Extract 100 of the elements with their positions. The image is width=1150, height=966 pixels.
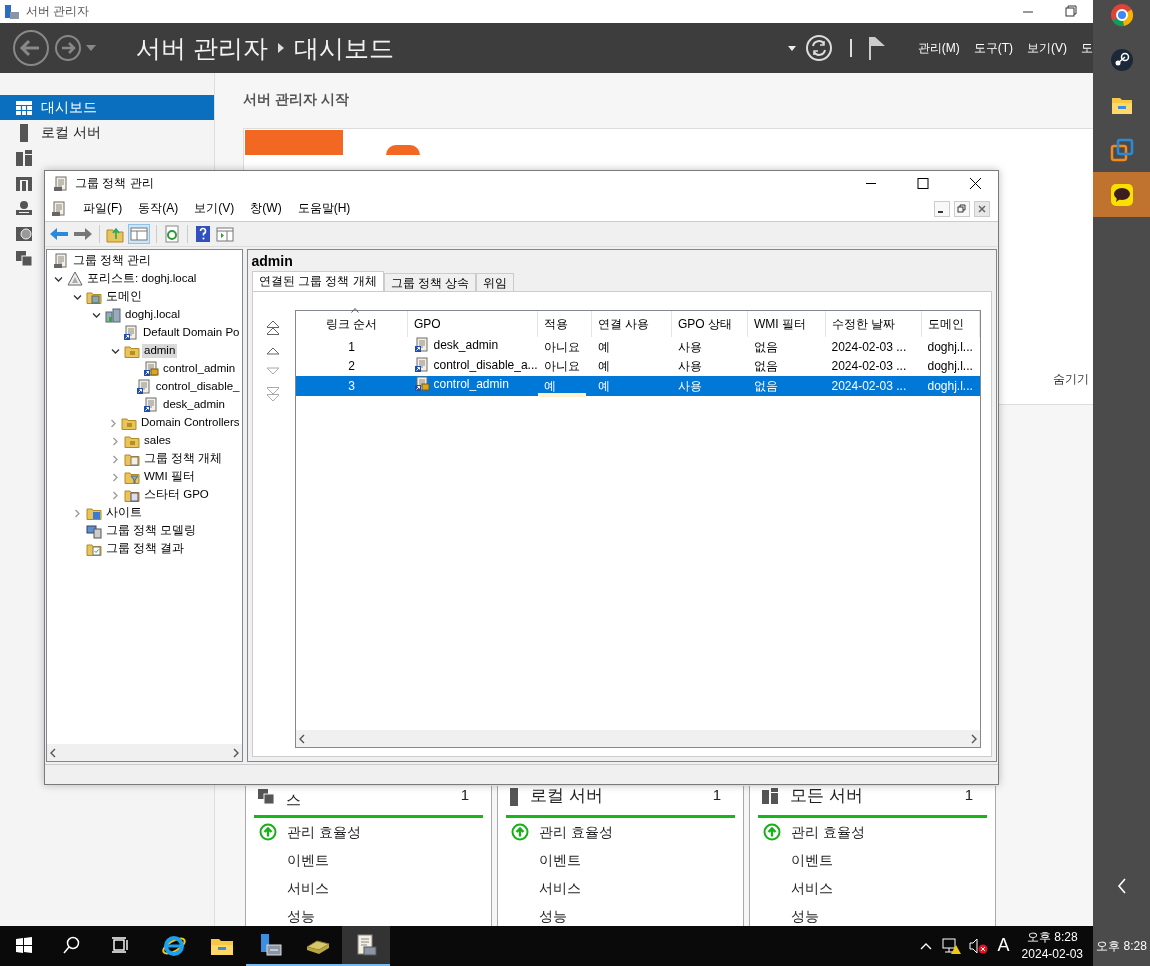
scroll-left-icon[interactable]	[297, 733, 306, 744]
tree-item[interactable]: admin	[142, 344, 178, 358]
menu-item[interactable]: 창(W)	[250, 201, 282, 216]
tab[interactable]: 위임	[476, 273, 515, 292]
tree-item[interactable]: doghj.local	[123, 308, 182, 322]
server-tile[interactable]: 로컬 서버 1 관리 효율성 이벤트 서비스 성능	[497, 786, 744, 926]
tree-item[interactable]: Domain Controllers	[139, 416, 242, 430]
tile-link[interactable]: 서비스	[287, 879, 329, 897]
browser-icon[interactable]	[161, 933, 187, 957]
tile-link[interactable]: 관리 효율성	[287, 823, 361, 841]
sort-caret-icon[interactable]	[351, 308, 360, 314]
menu-item[interactable]: 보기(V)	[1027, 40, 1067, 56]
chevron-up-icon[interactable]	[919, 942, 932, 950]
tile-link[interactable]: 이벤트	[791, 851, 833, 869]
tab[interactable]: 연결된 그룹 정책 개체	[251, 271, 384, 292]
tab[interactable]: 그룹 정책 상속	[383, 273, 477, 292]
collapse-caret-icon[interactable]	[91, 310, 101, 320]
horizontal-scrollbar[interactable]	[47, 744, 242, 761]
menu-item[interactable]: 도	[1081, 40, 1093, 56]
network-warning-icon[interactable]	[941, 937, 962, 955]
tree-item[interactable]: Default Domain Po	[140, 326, 242, 340]
server-tile[interactable]: 스 1 관리 효율성 이벤트 서비스 성능	[245, 786, 492, 926]
flag-icon[interactable]	[867, 36, 886, 61]
column-header[interactable]: 링크 순서	[295, 311, 408, 338]
tree-item[interactable]: control_admin	[161, 362, 238, 376]
chat-icon[interactable]	[1109, 182, 1134, 207]
close-button[interactable]	[974, 200, 990, 217]
help-icon[interactable]	[194, 225, 212, 243]
horizontal-scrollbar[interactable]	[295, 730, 980, 747]
tile-link[interactable]: 관리 효율성	[539, 823, 613, 841]
tile-link[interactable]: 관리 효율성	[791, 823, 865, 841]
browser-icon[interactable]	[1109, 2, 1134, 27]
menu-item[interactable]: 도움말(H)	[297, 201, 351, 216]
tile-link[interactable]: 서비스	[539, 879, 581, 897]
tree-item[interactable]: sales	[142, 434, 173, 448]
back-arrow-icon[interactable]	[49, 226, 69, 242]
steam-icon[interactable]	[1109, 47, 1134, 72]
collapse-caret-icon[interactable]	[53, 274, 63, 284]
column-header[interactable]: GPO 상태	[671, 311, 748, 338]
caret-icon[interactable]	[787, 45, 796, 51]
input-mode-indicator[interactable]: A	[997, 935, 1010, 957]
scroll-left-icon[interactable]	[49, 747, 57, 758]
forward-arrow-icon[interactable]	[73, 226, 93, 242]
tile-link[interactable]: 성능	[539, 907, 567, 925]
tree-item[interactable]: 포리스트: doghj.local	[85, 272, 199, 286]
collapse-caret-icon[interactable]	[72, 292, 82, 302]
column-header[interactable]: 연결 사용	[591, 311, 672, 338]
windows-overlap-icon[interactable]	[1109, 137, 1134, 162]
tile-title: 로컬 서버	[530, 786, 604, 807]
tile-link[interactable]: 이벤트	[287, 851, 329, 869]
tree-item[interactable]: 그룹 정책 관리	[71, 254, 154, 268]
chevron-left-icon[interactable]	[1116, 878, 1127, 894]
refresh-icon[interactable]	[163, 225, 181, 243]
sidebar-item[interactable]: 로컬 서버	[0, 120, 214, 146]
menu-item[interactable]: 관리(M)	[917, 40, 960, 56]
up-folder-icon[interactable]	[106, 225, 124, 243]
menu-item[interactable]: 도구(T)	[973, 40, 1013, 56]
tile-link[interactable]: 성능	[791, 907, 819, 925]
tree-item[interactable]: 스타터 GPO	[142, 488, 211, 502]
mute-icon[interactable]	[967, 937, 988, 955]
clock-time[interactable]: 오후 8:28	[1096, 926, 1147, 966]
tree-item[interactable]: 그룹 정책 모델링	[104, 524, 199, 538]
tile-link[interactable]: 성능	[287, 907, 315, 925]
tile-link[interactable]: 이벤트	[539, 851, 581, 869]
back-button[interactable]	[12, 29, 50, 68]
tree-item[interactable]: 사이트	[104, 506, 144, 520]
menu-item[interactable]: 보기(V)	[194, 201, 235, 216]
collapse-caret-icon[interactable]	[110, 346, 120, 356]
console-tree-icon[interactable]	[128, 224, 150, 244]
app-icon	[4, 3, 20, 20]
tree-item[interactable]: desk_admin	[161, 398, 227, 412]
tree-item[interactable]: 그룹 정책 결과	[104, 542, 187, 556]
hide-link[interactable]: 숨기기	[1053, 371, 1089, 386]
column-header[interactable]: WMI 필터	[747, 311, 826, 338]
column-header[interactable]: 도메인	[921, 311, 980, 338]
tree-item[interactable]: 그룹 정책 개체	[142, 452, 225, 466]
move-up-icon[interactable]	[265, 346, 280, 357]
forward-button[interactable]	[54, 34, 82, 63]
search-icon[interactable]	[63, 936, 81, 954]
scroll-right-icon[interactable]	[970, 733, 978, 744]
tree-item[interactable]: 도메인	[104, 290, 144, 304]
server-tile[interactable]: 모든 서버 1 관리 효율성 이벤트 서비스 성능	[749, 786, 996, 926]
move-to-top-icon[interactable]	[265, 320, 280, 337]
minimize-button[interactable]	[934, 200, 950, 217]
sidebar-item[interactable]: 대시보드	[0, 95, 214, 121]
menu-item[interactable]: 파일(F)	[83, 201, 123, 216]
menu-item[interactable]: 동작(A)	[138, 201, 179, 216]
tree-item[interactable]: WMI 필터	[142, 470, 197, 484]
scroll-right-icon[interactable]	[231, 747, 240, 758]
task-view-icon[interactable]	[111, 937, 129, 953]
tree-item[interactable]: control_disable_	[153, 380, 242, 394]
start-icon[interactable]	[16, 937, 32, 953]
quick-start-tile[interactable]	[245, 130, 343, 155]
refresh-button[interactable]	[803, 33, 834, 64]
panel-icon[interactable]	[216, 225, 234, 243]
column-header[interactable]: 적용	[537, 311, 592, 338]
restore-button[interactable]	[954, 200, 970, 217]
tile-link[interactable]: 서비스	[791, 879, 833, 897]
column-header[interactable]: 수정한 날짜	[825, 311, 922, 338]
breadcrumb-link[interactable]: 서버 관리자	[136, 33, 268, 64]
